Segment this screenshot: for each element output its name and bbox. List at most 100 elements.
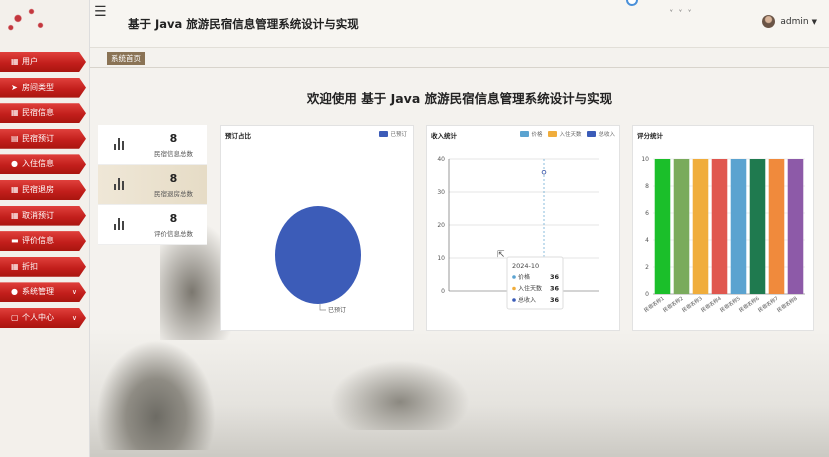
tooltip-row-value: 36 bbox=[550, 273, 560, 281]
legend-swatch bbox=[520, 131, 530, 137]
x-tick-label: 民宿名称4 bbox=[700, 295, 723, 314]
legend-label: 总收入 bbox=[598, 132, 615, 138]
sidebar-item-label: 民宿预订 bbox=[22, 133, 54, 143]
x-tick-label: 民宿名称2 bbox=[662, 295, 685, 314]
pie-label-line bbox=[319, 304, 326, 311]
y-tick-label: 4 bbox=[645, 237, 649, 244]
stats-cards: 8 民宿信息总数 8 民宿退房总数 8 评价信息总数 bbox=[98, 125, 207, 245]
sidebar-item-label: 折扣 bbox=[22, 261, 38, 271]
grid-icon: ▦ bbox=[11, 261, 19, 271]
bar bbox=[692, 159, 709, 294]
y-tick-label: 0 bbox=[441, 288, 445, 295]
stat-label: 评价信息总数 bbox=[154, 229, 193, 238]
bar bbox=[673, 159, 690, 294]
window-icon: ▢ bbox=[11, 312, 19, 322]
avatar[interactable] bbox=[762, 15, 776, 28]
status-indicator-icon bbox=[626, 0, 638, 6]
grid-icon: ▦ bbox=[11, 57, 19, 66]
birds-decoration: ᵛ ᵛ ᵛ bbox=[670, 8, 694, 16]
breadcrumb[interactable]: 系统首页 bbox=[107, 52, 145, 65]
bar bbox=[768, 159, 785, 294]
bar bbox=[749, 159, 766, 294]
tooltip-row-label: 价格 bbox=[518, 273, 530, 281]
booking-share-panel: 预订占比 已预订 已预订 bbox=[220, 125, 414, 331]
y-tick-label: 6 bbox=[645, 210, 649, 217]
stat-value: 8 bbox=[169, 131, 178, 145]
legend-item[interactable]: 入住天数 bbox=[548, 130, 581, 138]
y-tick-label: 30 bbox=[437, 189, 445, 196]
sidebar-item[interactable]: ▦ 折扣 bbox=[0, 256, 86, 277]
chart-legend[interactable]: 已预订 bbox=[379, 130, 407, 138]
sidebar-item[interactable]: ● 系统管理 ∨ bbox=[0, 282, 86, 303]
x-tick-label: 民宿名称6 bbox=[738, 295, 761, 314]
welcome-heading: 欢迎使用 基于 Java 旅游民宿信息管理系统设计与实现 bbox=[306, 91, 613, 106]
bar-chart-icon bbox=[98, 215, 140, 234]
page-title: 基于 Java 旅游民宿信息管理系统设计与实现 bbox=[128, 17, 359, 31]
user-menu[interactable]: admin ▼ bbox=[762, 15, 817, 28]
tooltip-row-value: 36 bbox=[550, 296, 560, 304]
bar bbox=[711, 159, 728, 294]
legend-swatch bbox=[587, 131, 597, 137]
y-tick-label: 40 bbox=[437, 156, 445, 163]
legend-label: 价格 bbox=[531, 132, 543, 138]
legend-swatch bbox=[379, 131, 389, 137]
bar-chart-icon bbox=[98, 175, 140, 194]
sidebar-item-label: 个人中心 bbox=[22, 312, 54, 322]
line-chart[interactable]: 0 10 20 30 40 2024-10 价格 36 入住天数 36 总收入 36 ⇱ bbox=[427, 126, 621, 332]
bar bbox=[654, 159, 671, 294]
sidebar-item[interactable]: ▬ 评价信息 bbox=[0, 231, 86, 252]
stat-label: 民宿信息总数 bbox=[154, 149, 193, 158]
chart-title: 收入统计 bbox=[431, 132, 457, 140]
stat-card: 8 民宿退房总数 bbox=[98, 165, 207, 205]
tooltip-marker bbox=[512, 298, 516, 302]
tooltip-marker bbox=[512, 275, 516, 279]
user-icon: ● bbox=[11, 287, 18, 297]
caret-down-icon[interactable]: ▼ bbox=[812, 18, 817, 26]
book-icon: ▤ bbox=[11, 133, 19, 143]
x-tick-label: 民宿名称8 bbox=[776, 295, 799, 314]
hamburger-icon[interactable]: ☰ bbox=[94, 4, 107, 20]
chevron-down-icon: ∨ bbox=[71, 313, 77, 322]
pie-slice bbox=[275, 206, 361, 304]
legend-item[interactable]: 价格 bbox=[520, 130, 542, 138]
sidebar-item[interactable]: ▢ 个人中心 ∨ bbox=[0, 307, 86, 328]
stat-card: 8 评价信息总数 bbox=[98, 205, 207, 245]
sidebar-item-label: 用户 bbox=[22, 57, 38, 66]
bar-chart[interactable]: 0246810民宿名称1民宿名称2民宿名称3民宿名称4民宿名称5民宿名称6民宿名… bbox=[633, 126, 815, 332]
sidebar-item-label: 民宿退房 bbox=[22, 184, 54, 194]
chart-title: 评分统计 bbox=[637, 132, 663, 140]
legend-label: 已预订 bbox=[390, 132, 407, 138]
sidebar-item[interactable]: ▦ 民宿退房 bbox=[0, 179, 86, 200]
sidebar-item[interactable]: ▦ 用户 bbox=[0, 52, 86, 72]
sidebar-item-label: 入住信息 bbox=[22, 159, 54, 169]
sidebar-item[interactable]: ▦ 取消预订 bbox=[0, 205, 86, 226]
mouse-cursor-icon: ⇱ bbox=[497, 250, 505, 260]
grid-icon: ▦ bbox=[11, 184, 19, 194]
username[interactable]: admin bbox=[780, 17, 808, 27]
pie-label: 已预订 bbox=[328, 306, 346, 314]
tooltip-marker bbox=[512, 286, 516, 291]
chart-legend[interactable]: 价格 入住天数 总收入 bbox=[520, 130, 615, 138]
grid-icon: ▦ bbox=[11, 210, 19, 220]
top-header: ☰ 基于 Java 旅游民宿信息管理系统设计与实现 ᵛ ᵛ ᵛ admin ▼ bbox=[90, 0, 829, 48]
tooltip-row-label: 总收入 bbox=[518, 296, 536, 304]
sidebar-item-label: 民宿信息 bbox=[22, 108, 54, 118]
tooltip-title: 2024-10 bbox=[512, 262, 539, 270]
legend-item[interactable]: 总收入 bbox=[587, 130, 615, 138]
sidebar-item-label: 评价信息 bbox=[22, 236, 54, 246]
x-tick-label: 民宿名称7 bbox=[757, 295, 780, 314]
legend-item[interactable]: 已预订 bbox=[379, 130, 407, 138]
y-tick-label: 8 bbox=[645, 183, 649, 190]
y-tick-label: 10 bbox=[437, 255, 445, 262]
sidebar-item[interactable]: ▤ 民宿预订 bbox=[0, 128, 86, 149]
y-tick-label: 10 bbox=[641, 156, 649, 163]
bar bbox=[730, 159, 747, 294]
sidebar: ▦ 用户 ➤ 房间类型 ▦ 民宿信息 ▤ 民宿预订 ● 入住信息 ▦ 民宿退房 ▦ 取消预订 ▬ 评价信息 ▦ 折… bbox=[0, 0, 90, 457]
pie-chart[interactable]: 已预订 bbox=[221, 126, 415, 332]
income-panel: 收入统计 价格 入住天数 总收入 0 10 20 30 40 2024-10 价格 36 入住天… bbox=[426, 125, 620, 331]
legend-label: 入住天数 bbox=[559, 132, 582, 138]
sidebar-item-label: 取消预订 bbox=[22, 210, 54, 220]
sidebar-item[interactable]: ● 入住信息 bbox=[0, 154, 86, 175]
bar bbox=[787, 159, 804, 294]
x-tick-label: 民宿名称5 bbox=[719, 295, 742, 314]
